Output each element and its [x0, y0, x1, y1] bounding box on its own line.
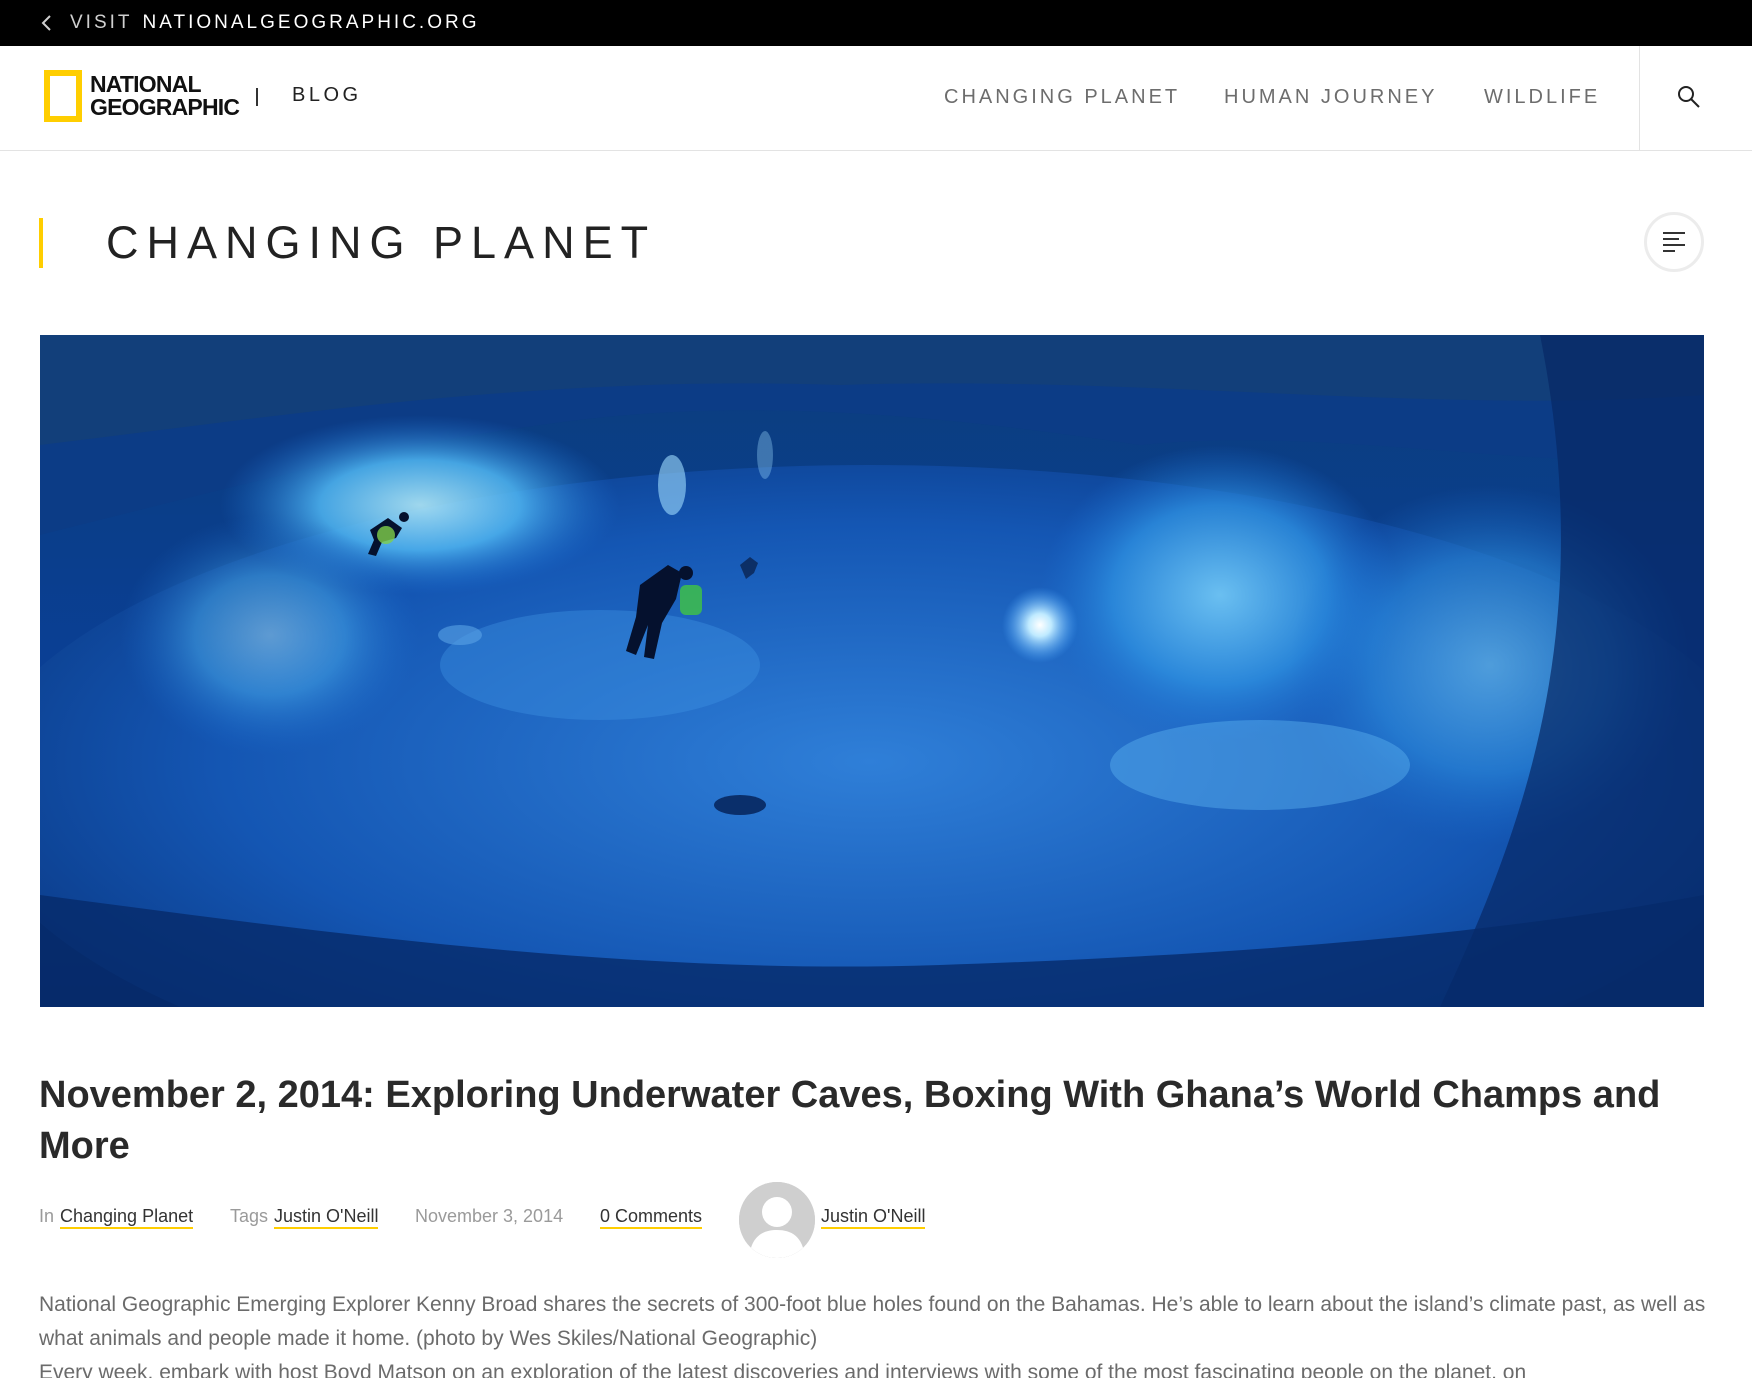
- blog-link[interactable]: BLOG: [292, 84, 362, 107]
- article-title: November 2, 2014: Exploring Underwater C…: [39, 1074, 1661, 1167]
- article-paragraph-1: National Geographic Emerging Explorer Ke…: [39, 1293, 1706, 1350]
- article-paragraph-2: Every week, embark with host Boyd Matson…: [39, 1361, 1527, 1378]
- nav-human-journey[interactable]: HUMAN JOURNEY: [1224, 86, 1437, 109]
- section-title: CHANGING PLANET: [106, 217, 657, 268]
- header-divider: [256, 88, 258, 106]
- user-icon: [739, 1182, 815, 1258]
- menu-button[interactable]: [1644, 212, 1704, 272]
- logo-line-1: NATIONAL: [90, 71, 202, 97]
- logo-line-2: GEOGRAPHIC: [90, 94, 240, 120]
- meta-category-link[interactable]: Changing Planet: [60, 1206, 194, 1229]
- search-icon[interactable]: [1676, 84, 1702, 110]
- meta-author-link[interactable]: Justin O'Neill: [821, 1206, 926, 1229]
- header-vertical-divider: [1639, 46, 1640, 150]
- yellow-frame-icon: [44, 70, 82, 122]
- menu-icon: [1663, 232, 1685, 252]
- visit-bar[interactable]: VISIT NATIONALGEOGRAPHIC.ORG: [0, 0, 1752, 46]
- hero-image: [40, 335, 1704, 1007]
- chevron-left-icon: [41, 15, 51, 31]
- visit-site-link[interactable]: NATIONALGEOGRAPHIC.ORG: [143, 12, 480, 34]
- meta-tags-label: Tags: [230, 1206, 269, 1226]
- visit-label: VISIT: [70, 12, 133, 33]
- meta-date: November 3, 2014: [415, 1206, 564, 1226]
- nav-changing-planet[interactable]: CHANGING PLANET: [944, 86, 1180, 109]
- natgeo-logo[interactable]: NATIONAL GEOGRAPHIC: [44, 70, 240, 122]
- article-body: National Geographic Emerging Explorer Ke…: [39, 1288, 1709, 1378]
- nav-wildlife[interactable]: WILDLIFE: [1484, 86, 1600, 109]
- author-avatar[interactable]: [739, 1182, 815, 1258]
- meta-in-label: In: [39, 1206, 55, 1226]
- section-accent-bar: [39, 218, 43, 268]
- meta-comments-link[interactable]: 0 Comments: [600, 1206, 703, 1229]
- meta-tag-link[interactable]: Justin O'Neill: [274, 1206, 379, 1229]
- article-meta: In Changing Planet Tags Justin O'Neill N…: [39, 1178, 1699, 1258]
- site-header: NATIONAL GEOGRAPHIC BLOG CHANGING PLANET…: [0, 46, 1752, 151]
